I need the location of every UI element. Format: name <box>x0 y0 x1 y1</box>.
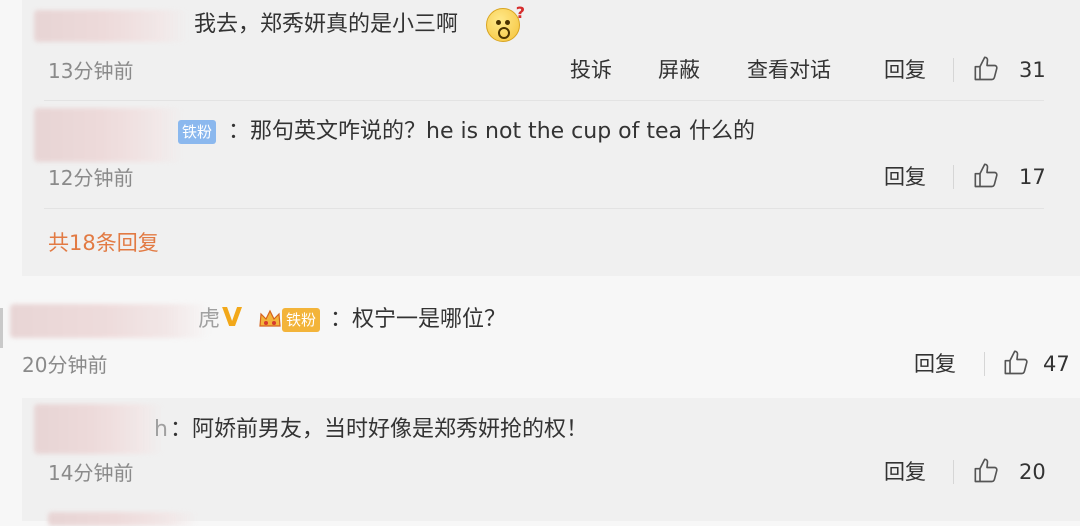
blurred-username[interactable] <box>48 512 198 526</box>
comment-time: 20分钟前 <box>22 353 108 377</box>
blurred-username[interactable] <box>34 404 164 454</box>
confused-emoji-icon: ? <box>486 3 525 42</box>
reply-time: 14分钟前 <box>48 461 134 485</box>
like-count: 20 <box>1019 460 1046 484</box>
reply-button[interactable]: 回复 <box>914 351 956 377</box>
divider <box>44 100 1044 101</box>
view-more-replies-link[interactable]: 共18条回复 <box>48 230 159 256</box>
thumbs-up-icon[interactable] <box>973 55 1001 83</box>
reply-text: ：阿娇前男友，当时好像是郑秀妍抢的权！ <box>170 417 589 442</box>
block-button[interactable]: 屏蔽 <box>658 57 700 83</box>
report-button[interactable]: 投诉 <box>570 57 612 83</box>
thumbs-up-icon[interactable] <box>973 457 1001 485</box>
verified-v-icon: V <box>222 303 243 333</box>
crown-icon <box>259 309 281 327</box>
divider <box>953 165 954 189</box>
divider <box>44 208 1044 209</box>
view-conversation-button[interactable]: 查看对话 <box>747 57 831 83</box>
reply-text: ：那句英文咋说的？he is not the cup of tea 什么的 <box>228 119 755 144</box>
reply-button[interactable]: 回复 <box>884 164 926 190</box>
fan-badge: 铁粉 <box>178 120 217 144</box>
like-count: 17 <box>1019 165 1046 189</box>
blurred-username[interactable] <box>10 304 210 338</box>
divider <box>953 58 954 82</box>
like-count: 31 <box>1019 58 1046 82</box>
reply-button[interactable]: 回复 <box>884 57 926 83</box>
thumbs-up-icon[interactable] <box>973 162 1001 190</box>
blurred-username[interactable] <box>34 10 189 42</box>
reply-text: 我去，郑秀妍真的是小三啊 <box>194 12 459 37</box>
like-count: 47 <box>1043 352 1070 376</box>
reply-button[interactable]: 回复 <box>884 459 926 485</box>
thumbs-up-icon[interactable] <box>1003 349 1031 377</box>
fan-badge: 铁粉 <box>282 308 321 332</box>
comment-text: ：权宁一是哪位？ <box>330 307 507 332</box>
username-tail[interactable]: 虎 <box>198 305 220 335</box>
reply-time: 13分钟前 <box>48 59 134 83</box>
divider <box>984 352 985 376</box>
divider <box>953 460 954 484</box>
username-tail[interactable]: h <box>154 415 168 445</box>
comment-accent-bar <box>0 308 3 348</box>
blurred-username[interactable] <box>34 108 184 162</box>
reply-time: 12分钟前 <box>48 166 134 190</box>
